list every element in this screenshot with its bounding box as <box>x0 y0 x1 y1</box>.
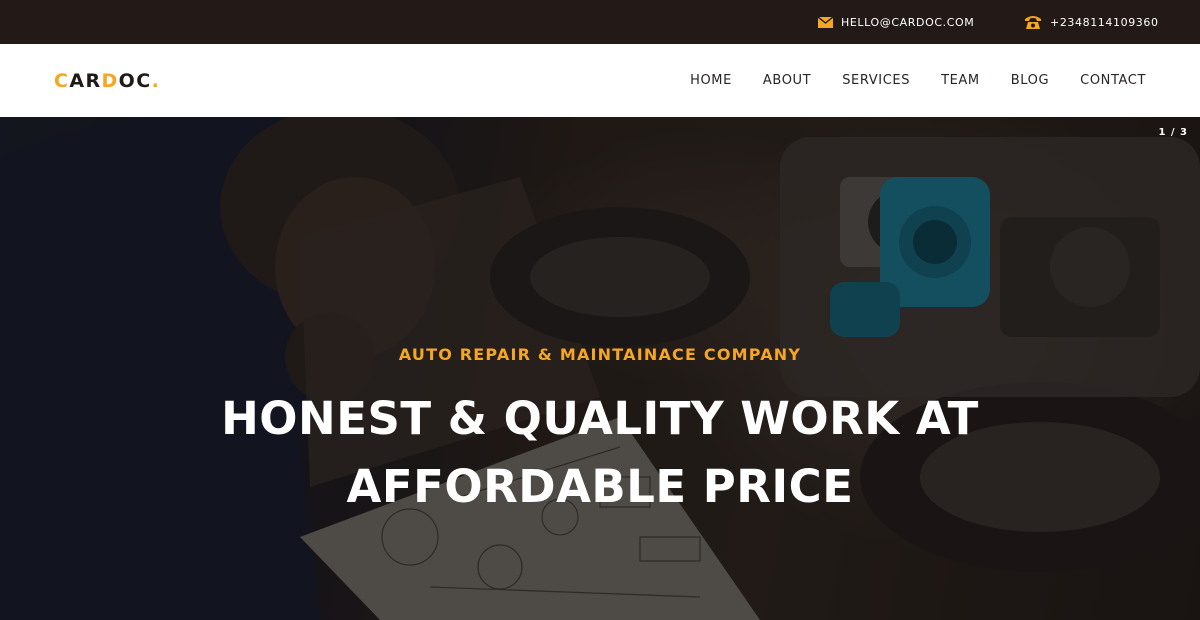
logo-letter-d: D <box>101 69 119 92</box>
logo-dot: . <box>151 69 161 92</box>
hero-title-line-1: HONEST & QUALITY WORK AT <box>221 392 979 445</box>
cardoc-logo[interactable]: C AR D OC. <box>54 44 160 117</box>
site-header: C AR D OC. HOME ABOUT SERVICES TEAM BLOG CO… <box>0 44 1200 117</box>
hero-content: AUTO REPAIR & MAINTAINACE COMPANY HONEST… <box>0 117 1200 620</box>
nav-home[interactable]: HOME <box>690 73 732 88</box>
email-link[interactable]: HELLO@CARDOC.COM <box>818 0 974 44</box>
hero-slider[interactable]: 1 / 3 AUTO REPAIR & MAINTAINACE COMPANY … <box>0 117 1200 620</box>
hero-title: HONEST & QUALITY WORK AT AFFORDABLE PRIC… <box>150 385 1050 521</box>
nav-about[interactable]: ABOUT <box>763 73 811 88</box>
logo-letters-ar: AR <box>69 69 102 92</box>
phone-link[interactable]: +2348114109360 <box>1024 0 1159 44</box>
hero-subtitle: AUTO REPAIR & MAINTAINACE COMPANY <box>398 345 802 364</box>
logo-letters-oc: OC <box>118 69 152 92</box>
hero-title-line-2: AFFORDABLE PRICE <box>346 460 854 513</box>
email-text: HELLO@CARDOC.COM <box>841 15 975 29</box>
envelope-icon <box>818 16 833 28</box>
phone-icon <box>1024 14 1042 30</box>
nav-services[interactable]: SERVICES <box>842 73 910 88</box>
phone-text: +2348114109360 <box>1050 15 1159 29</box>
top-contact-bar: HELLO@CARDOC.COM +2348114109360 <box>0 0 1200 44</box>
nav-contact[interactable]: CONTACT <box>1080 73 1146 88</box>
nav-team[interactable]: TEAM <box>941 73 980 88</box>
logo-letter-c: C <box>54 69 70 92</box>
nav-blog[interactable]: BLOG <box>1011 73 1049 88</box>
main-nav: HOME ABOUT SERVICES TEAM BLOG CONTACT <box>690 44 1146 117</box>
